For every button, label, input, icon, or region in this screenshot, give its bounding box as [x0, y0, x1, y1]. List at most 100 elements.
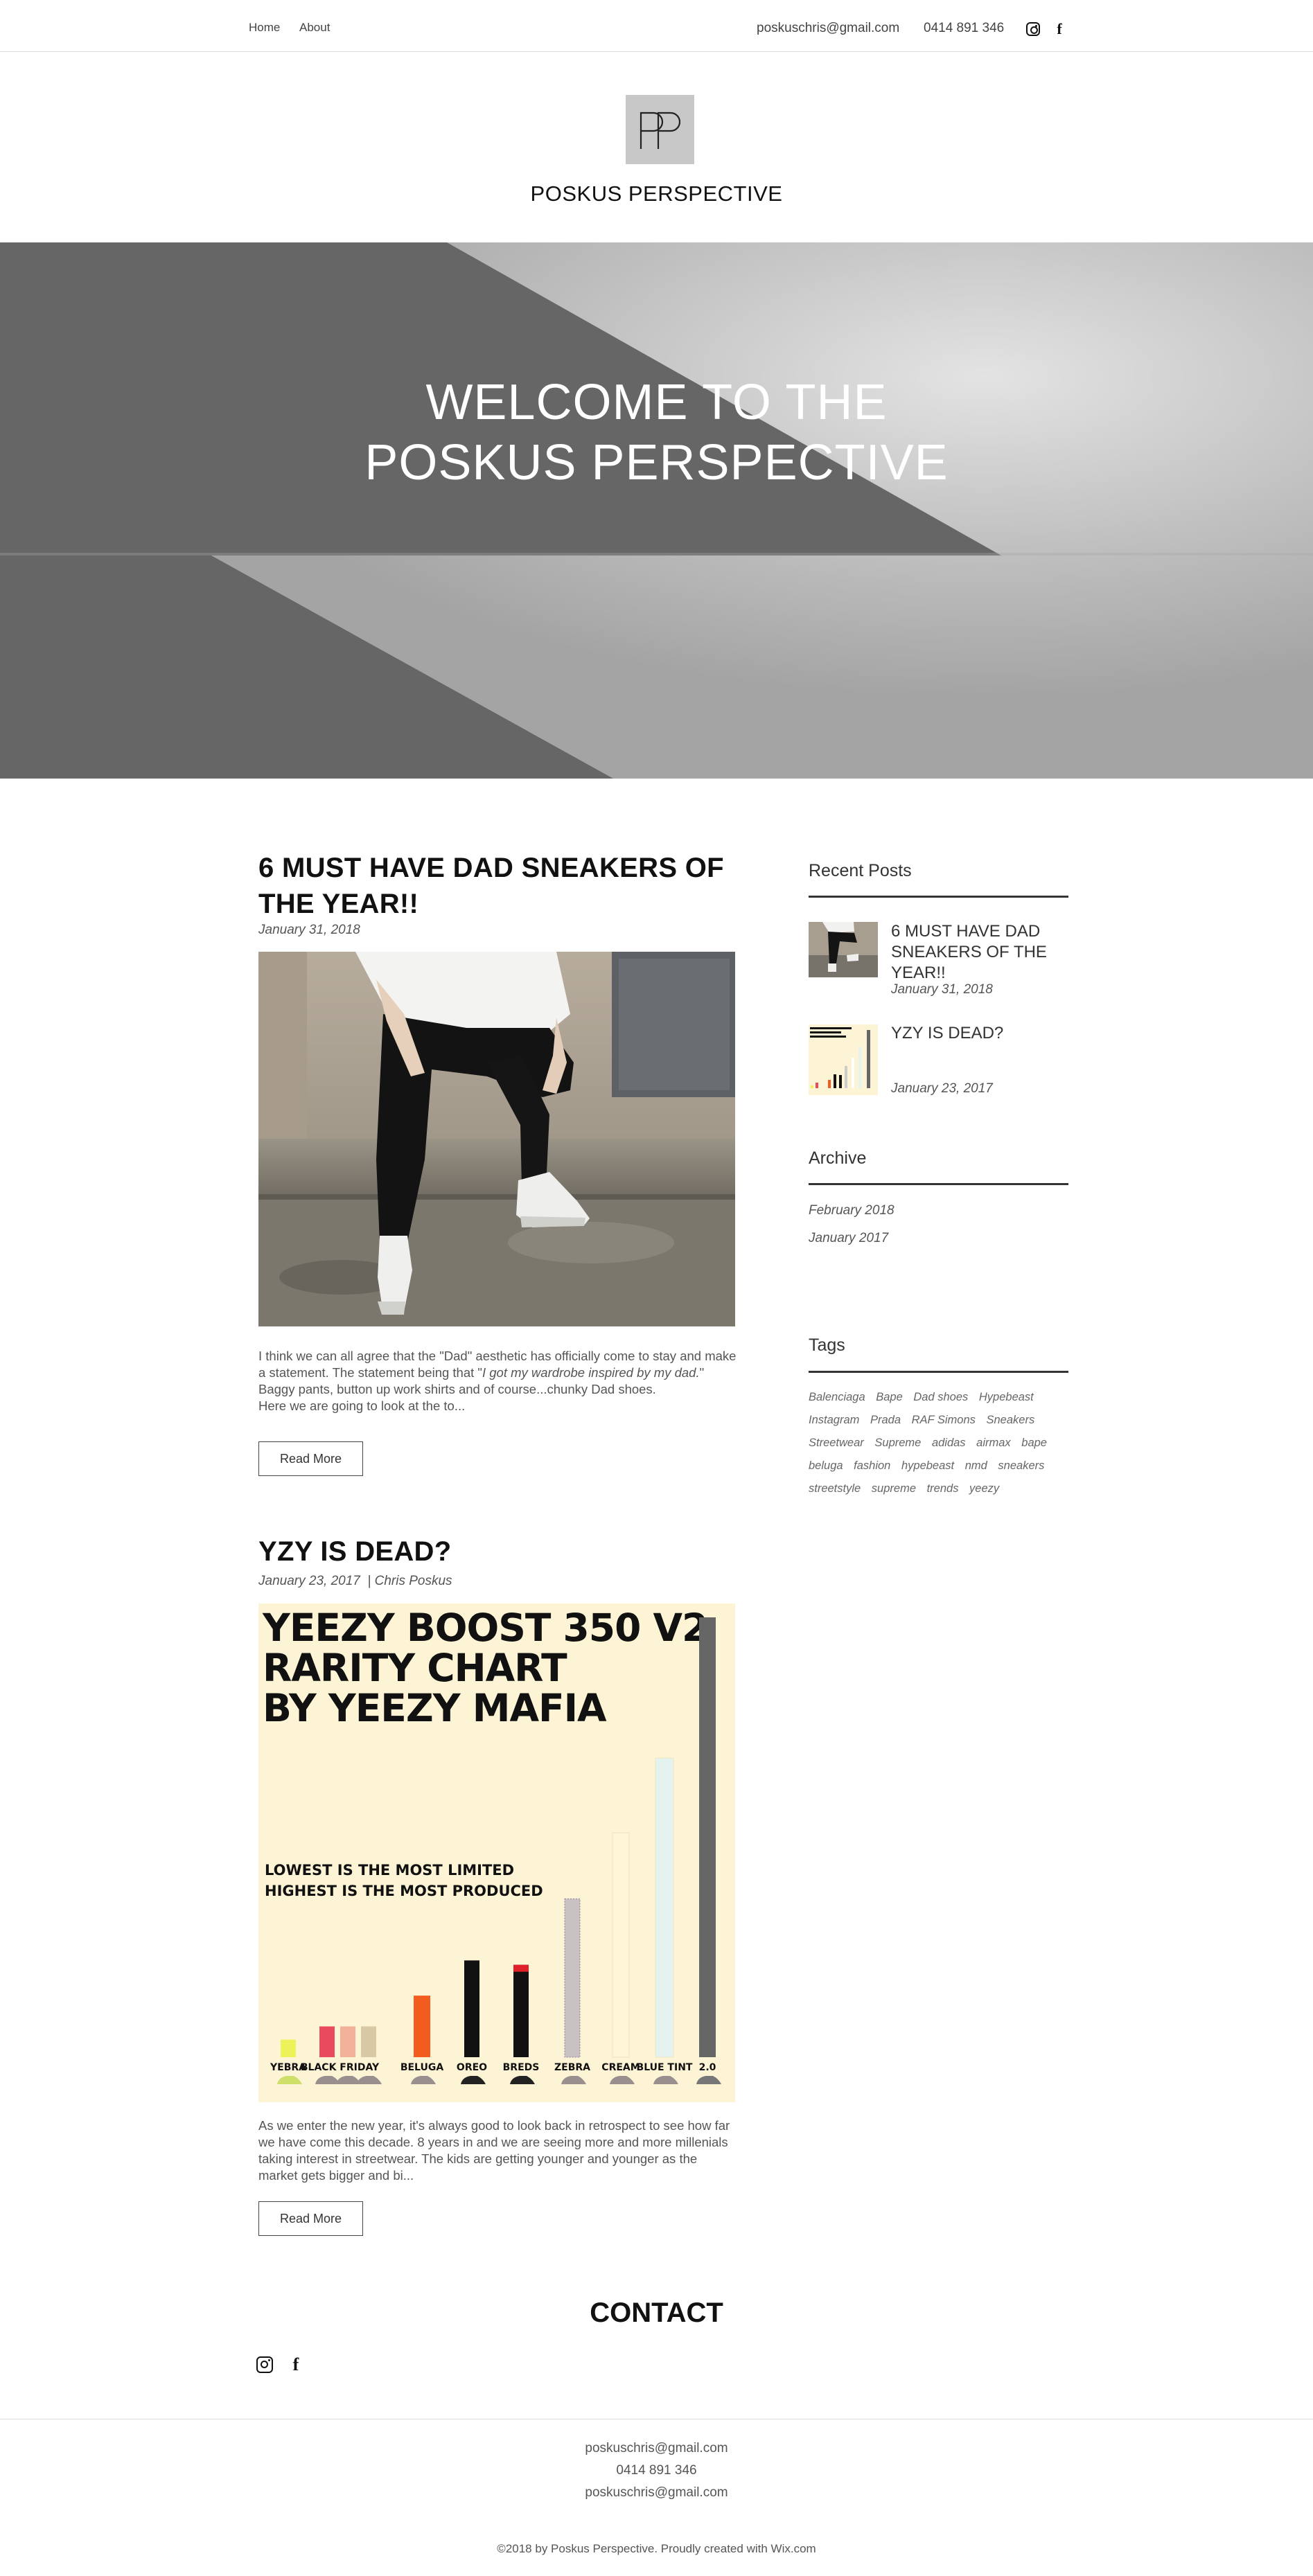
tag-link[interactable]: Streetwear — [809, 1437, 864, 1449]
recent-post-date: January 23, 2017 — [891, 1081, 993, 1096]
post-meta: January 23, 2017 | Chris Poskus — [258, 1574, 452, 1588]
footer-copyright: ©2018 by Poskus Perspective. Proudly cre… — [497, 2542, 816, 2555]
tag-link[interactable]: yeezy — [969, 1482, 999, 1495]
footer-phone: 0414 891 346 — [616, 2463, 697, 2478]
top-bar: Home About poskuschris@gmail.com 0414 89… — [0, 0, 1313, 52]
tag-cloud: Balenciaga Bape Dad shoes Hypebeast Inst… — [809, 1386, 1072, 1500]
instagram-icon[interactable] — [256, 2356, 273, 2373]
recent-posts-heading: Recent Posts — [809, 861, 912, 880]
tag-link[interactable]: Balenciaga — [809, 1391, 865, 1403]
sneaker-icon — [610, 2076, 635, 2084]
hero-title-line2: POSKUS PERSPECTIVE — [364, 435, 949, 490]
post-date: January 31, 2018 — [258, 923, 360, 937]
excerpt-text: Here we are going to look at the to... — [258, 1398, 466, 1413]
recent-post-date: January 31, 2018 — [891, 982, 993, 997]
header-phone: 0414 891 346 — [924, 21, 1005, 35]
hero-title: WELCOME TO THE POSKUS PERSPECTIVE — [0, 373, 1313, 493]
archive-link[interactable]: January 2017 — [809, 1231, 888, 1246]
tag-link[interactable]: supreme — [872, 1482, 916, 1495]
thumbnail-chart — [810, 1027, 870, 1088]
post-title[interactable]: 6 MUST HAVE DAD SNEAKERS OF THE YEAR!! — [258, 850, 724, 922]
post-image-dad-sneakers[interactable] — [258, 952, 735, 1326]
tag-link[interactable]: fashion — [854, 1459, 890, 1472]
archive-heading: Archive — [809, 1148, 867, 1168]
chart-bar — [655, 1757, 674, 2058]
chart-bar — [281, 2039, 296, 2057]
instagram-icon[interactable] — [1026, 22, 1040, 36]
chart-bar-accent — [513, 1964, 529, 1972]
site-logo[interactable] — [626, 95, 694, 164]
site-title[interactable]: POSKUS PERSPECTIVE — [0, 181, 1313, 206]
tag-link[interactable]: sneakers — [998, 1459, 1044, 1472]
chart-bar — [513, 1964, 529, 2057]
sneaker-icon — [461, 2076, 486, 2084]
chart-bar — [319, 2026, 335, 2057]
sneaker-icon — [277, 2076, 302, 2084]
read-more-button[interactable]: Read More — [258, 2201, 363, 2236]
hero-background-shapes — [0, 242, 1313, 779]
nav-home-link[interactable]: Home — [249, 21, 280, 35]
tag-link[interactable]: bape — [1021, 1437, 1047, 1449]
thumbnail-photo — [809, 922, 878, 977]
tag-link[interactable]: RAF Simons — [912, 1414, 976, 1426]
tag-link[interactable]: airmax — [976, 1437, 1011, 1449]
tag-link[interactable]: beluga — [809, 1459, 843, 1472]
tag-link[interactable]: streetstyle — [809, 1482, 861, 1495]
footer-email-link[interactable]: poskuschris@gmail.com — [0, 2441, 1313, 2456]
post-excerpt: As we enter the new year, it's always go… — [258, 2118, 730, 2183]
sneaker-icon — [510, 2076, 535, 2084]
street-photo — [258, 952, 735, 1326]
tag-link[interactable]: Hypebeast — [979, 1391, 1034, 1403]
chart-plot — [277, 1617, 721, 2084]
facebook-icon[interactable]: f — [289, 2356, 303, 2374]
archive-link[interactable]: February 2018 — [809, 1203, 895, 1218]
hero-banner: WELCOME TO THE POSKUS PERSPECTIVE — [0, 242, 1313, 779]
tag-link[interactable]: Supreme — [874, 1437, 921, 1449]
chart-bar — [340, 2026, 355, 2057]
tag-link[interactable]: Dad shoes — [913, 1391, 968, 1403]
tag-link[interactable]: hypebeast — [901, 1459, 954, 1472]
sneaker-icon — [696, 2076, 721, 2084]
post-author[interactable]: Chris Poskus — [375, 1574, 452, 1588]
read-more-button[interactable]: Read More — [258, 1441, 363, 1476]
logo-monogram-icon — [640, 112, 681, 149]
contact-title: CONTACT — [590, 2298, 723, 2328]
tags-heading: Tags — [809, 1335, 845, 1355]
sneaker-icon — [561, 2076, 586, 2084]
header-email-link[interactable]: poskuschris@gmail.com — [757, 21, 899, 36]
tag-link[interactable]: trends — [927, 1482, 959, 1495]
post-title[interactable]: YZY IS DEAD? — [258, 1534, 451, 1570]
sneaker-icon — [411, 2076, 436, 2084]
tag-link[interactable]: nmd — [965, 1459, 987, 1472]
chart-x-label: 2.0 — [698, 2062, 716, 2073]
post-title-line[interactable]: 6 MUST HAVE DAD SNEAKERS OF — [258, 853, 724, 883]
chart-bar — [464, 1960, 479, 2057]
sneaker-icon — [357, 2076, 382, 2084]
post-image-rarity-chart[interactable]: YEEZY BOOST 350 V2 RARITY CHART BY YEEZY… — [258, 1604, 735, 2102]
chart-bar — [699, 1617, 716, 2057]
recent-post-thumbnail[interactable] — [809, 922, 878, 977]
facebook-icon[interactable]: f — [1052, 21, 1066, 37]
chart-bar — [361, 2026, 376, 2057]
chart-x-label: BLACK FRIDAY — [300, 2062, 380, 2073]
post-excerpt: I think we can all agree that the "Dad" … — [258, 1348, 737, 1414]
chart-bar — [612, 1832, 630, 2058]
divider — [809, 896, 1068, 898]
recent-post-title[interactable]: 6 MUST HAVE DAD SNEAKERS OF THE YEAR!! — [891, 921, 1071, 984]
recent-post-thumbnail[interactable] — [809, 1024, 878, 1095]
post-date: January 23, 2017 — [258, 1574, 360, 1588]
hero-title-line1: WELCOME TO THE — [425, 375, 888, 430]
tag-link[interactable]: Instagram — [809, 1414, 859, 1426]
tag-link[interactable]: Bape — [876, 1391, 903, 1403]
chart-bar — [564, 1898, 581, 2058]
footer-email-link[interactable]: poskuschris@gmail.com — [0, 2485, 1313, 2501]
tag-link[interactable]: adidas — [932, 1437, 966, 1449]
chart-bar — [414, 1996, 430, 2057]
post-title-line[interactable]: THE YEAR!! — [258, 889, 418, 919]
divider — [809, 1371, 1068, 1373]
tag-link[interactable]: Sneakers — [987, 1414, 1035, 1426]
nav-about-link[interactable]: About — [299, 21, 330, 35]
recent-post-title[interactable]: YZY IS DEAD? — [891, 1023, 1071, 1044]
excerpt-quote: I got my wardrobe inspired by my dad. — [482, 1365, 700, 1380]
tag-link[interactable]: Prada — [870, 1414, 901, 1426]
